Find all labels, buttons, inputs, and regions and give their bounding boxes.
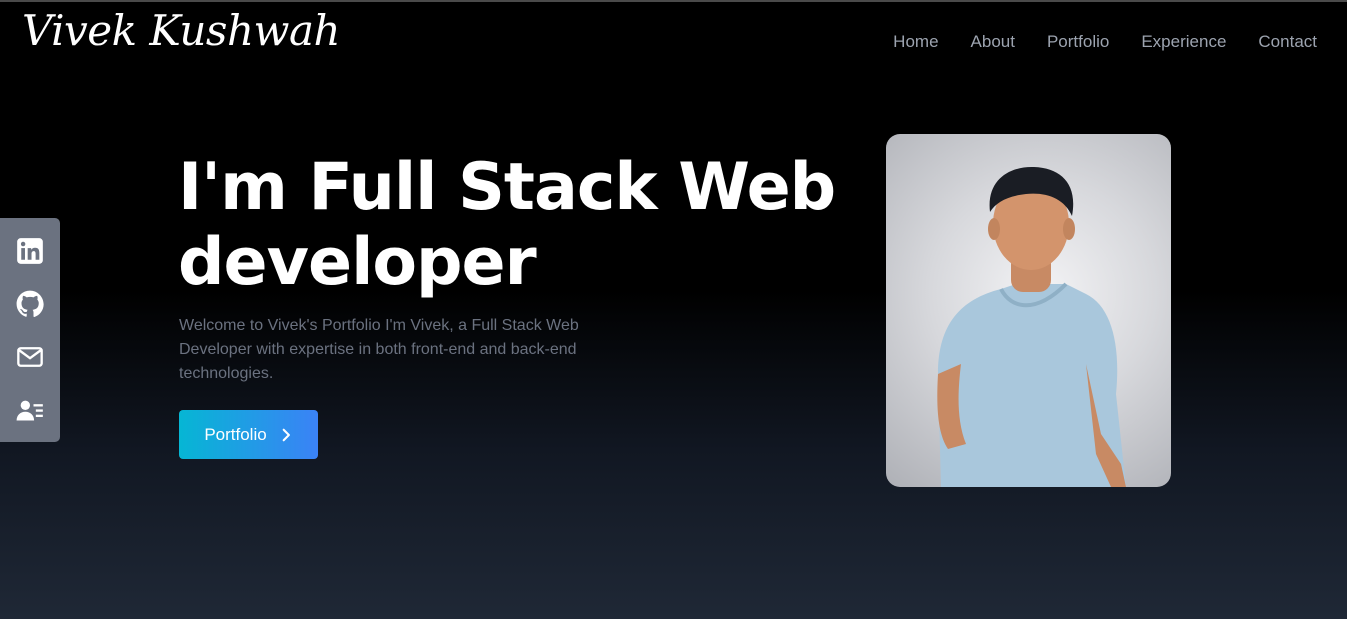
portfolio-button-label: Portfolio xyxy=(204,424,267,444)
github-icon[interactable] xyxy=(15,289,45,319)
profile-photo xyxy=(886,134,1171,487)
top-border xyxy=(0,0,1347,2)
nav-about[interactable]: About xyxy=(971,32,1015,52)
portfolio-button[interactable]: Portfolio xyxy=(179,410,318,459)
main-nav: Home About Portfolio Experience Contact xyxy=(893,32,1317,52)
nav-contact[interactable]: Contact xyxy=(1258,32,1317,52)
hero-description: Welcome to Vivek's Portfolio I'm Vivek, … xyxy=(179,317,579,382)
mail-icon[interactable] xyxy=(15,342,45,372)
social-sidebar xyxy=(0,218,60,442)
chevron-right-icon xyxy=(282,428,290,441)
contact-card-icon[interactable] xyxy=(15,395,45,425)
nav-portfolio[interactable]: Portfolio xyxy=(1047,32,1109,52)
profile-photo-illustration xyxy=(937,166,1126,487)
linkedin-icon[interactable] xyxy=(15,236,45,266)
site-logo[interactable]: Vivek Kushwah xyxy=(22,6,341,55)
nav-home[interactable]: Home xyxy=(893,32,938,52)
nav-experience[interactable]: Experience xyxy=(1141,32,1226,52)
hero-title: I'm Full Stack Web developer xyxy=(178,150,836,300)
